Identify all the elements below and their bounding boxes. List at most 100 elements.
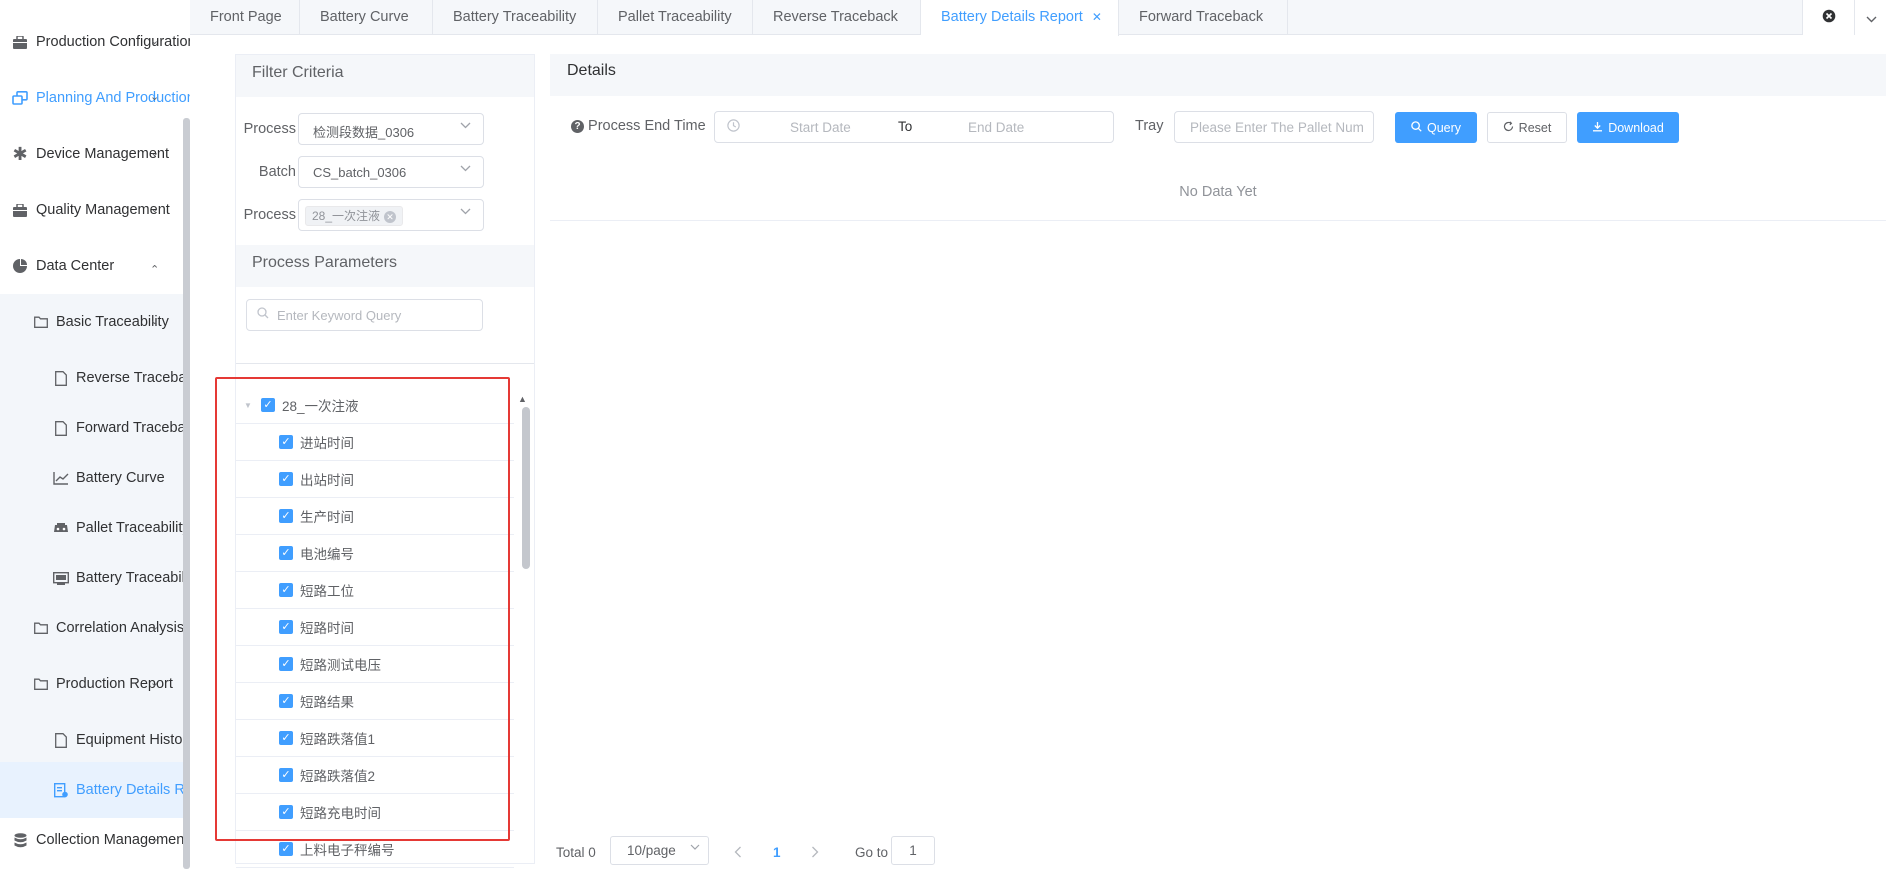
menu-forward-traceback[interactable]: Forward Traceback [0,400,190,456]
database-icon [12,832,28,848]
menu-quality-management[interactable]: Quality Management ⌄ [0,182,190,238]
end-date-placeholder: End Date [968,120,1025,135]
tag-close-icon[interactable]: ✕ [384,210,397,223]
menu-collection-management[interactable]: Collection Management ⌄ [0,812,190,868]
help-icon[interactable]: ? [571,119,584,133]
menu-production-report[interactable]: Production Report ⌄ [0,656,183,712]
process2-select[interactable]: 28_一次注液 ✕ [298,199,484,231]
refresh-icon [1503,120,1514,135]
divider [236,363,534,364]
current-page[interactable]: 1 [773,838,781,866]
window-stack-icon [12,90,28,106]
menu-planning-and-production[interactable]: Planning And Production ⌄ [0,70,190,126]
page-size-select[interactable]: 10/page [610,836,709,865]
download-button[interactable]: Download [1577,112,1679,143]
chevron-down-icon [460,163,471,175]
download-icon [1592,121,1603,135]
details-title: Details [550,54,1886,96]
menu-label: Battery Curve [76,470,165,486]
sidebar: Production Configuration ⌄ Planning And … [0,0,190,869]
goto-page-input[interactable]: 1 [891,836,935,865]
menu-data-center[interactable]: Data Center ⌄ [0,238,190,294]
process-parameters-title: Process Parameters [236,245,534,287]
menu-label: Battery Traceability [76,570,190,586]
checkbox-checked[interactable]: ✓ [279,842,293,856]
tree-item-label: 上料电子秤编号 [300,843,395,858]
tab-menu-button[interactable] [1855,0,1886,35]
tab-label: Forward Traceback [1139,9,1264,25]
close-all-tabs-button[interactable] [1803,0,1855,35]
menu-label: Production Configuration [36,34,190,50]
batch-row: Batch CS_batch_0306 [236,156,484,188]
briefcase-icon [12,34,28,50]
highlight-box [215,377,510,841]
reset-button[interactable]: Reset [1487,112,1567,143]
tab-label: Front Page [210,9,282,25]
tab-battery-curve[interactable]: Battery Curve [300,0,433,35]
menu-device-management[interactable]: ✱ Device Management ⌄ [0,126,190,182]
clock-icon [727,119,740,135]
menu-label: Pallet Traceability [76,520,190,536]
tab-reverse-traceback[interactable]: Reverse Traceback [753,0,921,35]
tag-label: 28_一次注液 [312,209,381,223]
menu-battery-curve[interactable]: Battery Curve [0,450,183,506]
table-bottom-border [550,220,1886,221]
menu-battery-details-report[interactable]: Battery Details Report [0,762,190,818]
process-value: 检测段数据_0306 [313,125,415,140]
close-icon[interactable]: ✕ [1092,10,1102,24]
menu-battery-traceability[interactable]: Battery Traceability [0,550,190,606]
document-icon [53,420,69,436]
chevron-down-icon: ⌄ [150,203,160,216]
batch-select[interactable]: CS_batch_0306 [298,156,484,188]
chevron-down-icon: ⌄ [150,677,160,690]
menu-label: Correlation Analysis [56,620,185,636]
menu-label: Collection Management [36,832,189,848]
menu-basic-traceability[interactable]: Basic Traceability ⌄ [0,294,183,350]
start-date-placeholder: Start Date [790,120,851,135]
chevron-up-icon: ⌄ [150,262,160,275]
line-chart-icon [53,470,69,486]
query-button[interactable]: Query [1395,112,1477,143]
page-size-value: 10/page [627,843,676,858]
menu-label: Forward Traceback [76,420,190,436]
menu-equipment-history[interactable]: Equipment History [0,712,190,768]
menu-production-configuration[interactable]: Production Configuration ⌄ [0,14,190,70]
keyword-search-input[interactable]: Enter Keyword Query [246,299,483,331]
tab-forward-traceback[interactable]: Forward Traceback [1119,0,1288,35]
folder-icon [33,620,49,636]
next-page-button[interactable] [811,838,819,866]
chevron-down-icon: ⌄ [150,833,160,846]
date-range-picker[interactable]: Start Date To End Date [714,111,1114,143]
process2-label: Process [243,207,296,223]
menu-pallet-traceability[interactable]: Pallet Traceability [0,500,190,556]
tab-battery-details-report[interactable]: Battery Details Report ✕ [921,0,1119,36]
tree-scrollbar[interactable] [522,407,530,569]
menu-label: Equipment History [76,732,190,748]
report-icon [53,782,69,798]
keyword-placeholder: Enter Keyword Query [277,308,402,323]
tab-label: Pallet Traceability [618,9,732,25]
menu-label: Planning And Production [36,90,190,106]
chevron-down-icon [460,120,471,132]
process-select[interactable]: 检测段数据_0306 [298,113,484,145]
monitor-icon [53,570,69,586]
tab-label: Battery Curve [320,9,409,25]
tray-label: Tray [1135,118,1164,134]
chevron-down-icon [690,842,700,853]
tray-input[interactable]: Please Enter The Pallet Num [1174,111,1374,143]
batch-label: Batch [258,164,296,180]
empty-state: No Data Yet [1179,184,1257,200]
document-icon [53,732,69,748]
details-panel: Details ? Process End Time Start Date To… [550,54,1886,869]
sidebar-scrollbar[interactable] [183,118,190,869]
tab-front-page[interactable]: Front Page [190,0,300,35]
menu-correlation-analysis[interactable]: Correlation Analysis ⌄ [0,600,185,656]
tab-battery-traceability[interactable]: Battery Traceability [433,0,598,35]
close-circle-icon [1822,9,1836,26]
scroll-up-arrow-icon[interactable]: ▲ [518,394,527,404]
menu-reverse-traceback[interactable]: Reverse Traceback [0,350,190,406]
pie-chart-icon [12,258,28,274]
tray-placeholder: Please Enter The Pallet Num [1190,120,1364,135]
tab-pallet-traceability[interactable]: Pallet Traceability [598,0,753,35]
prev-page-button[interactable] [734,838,742,866]
